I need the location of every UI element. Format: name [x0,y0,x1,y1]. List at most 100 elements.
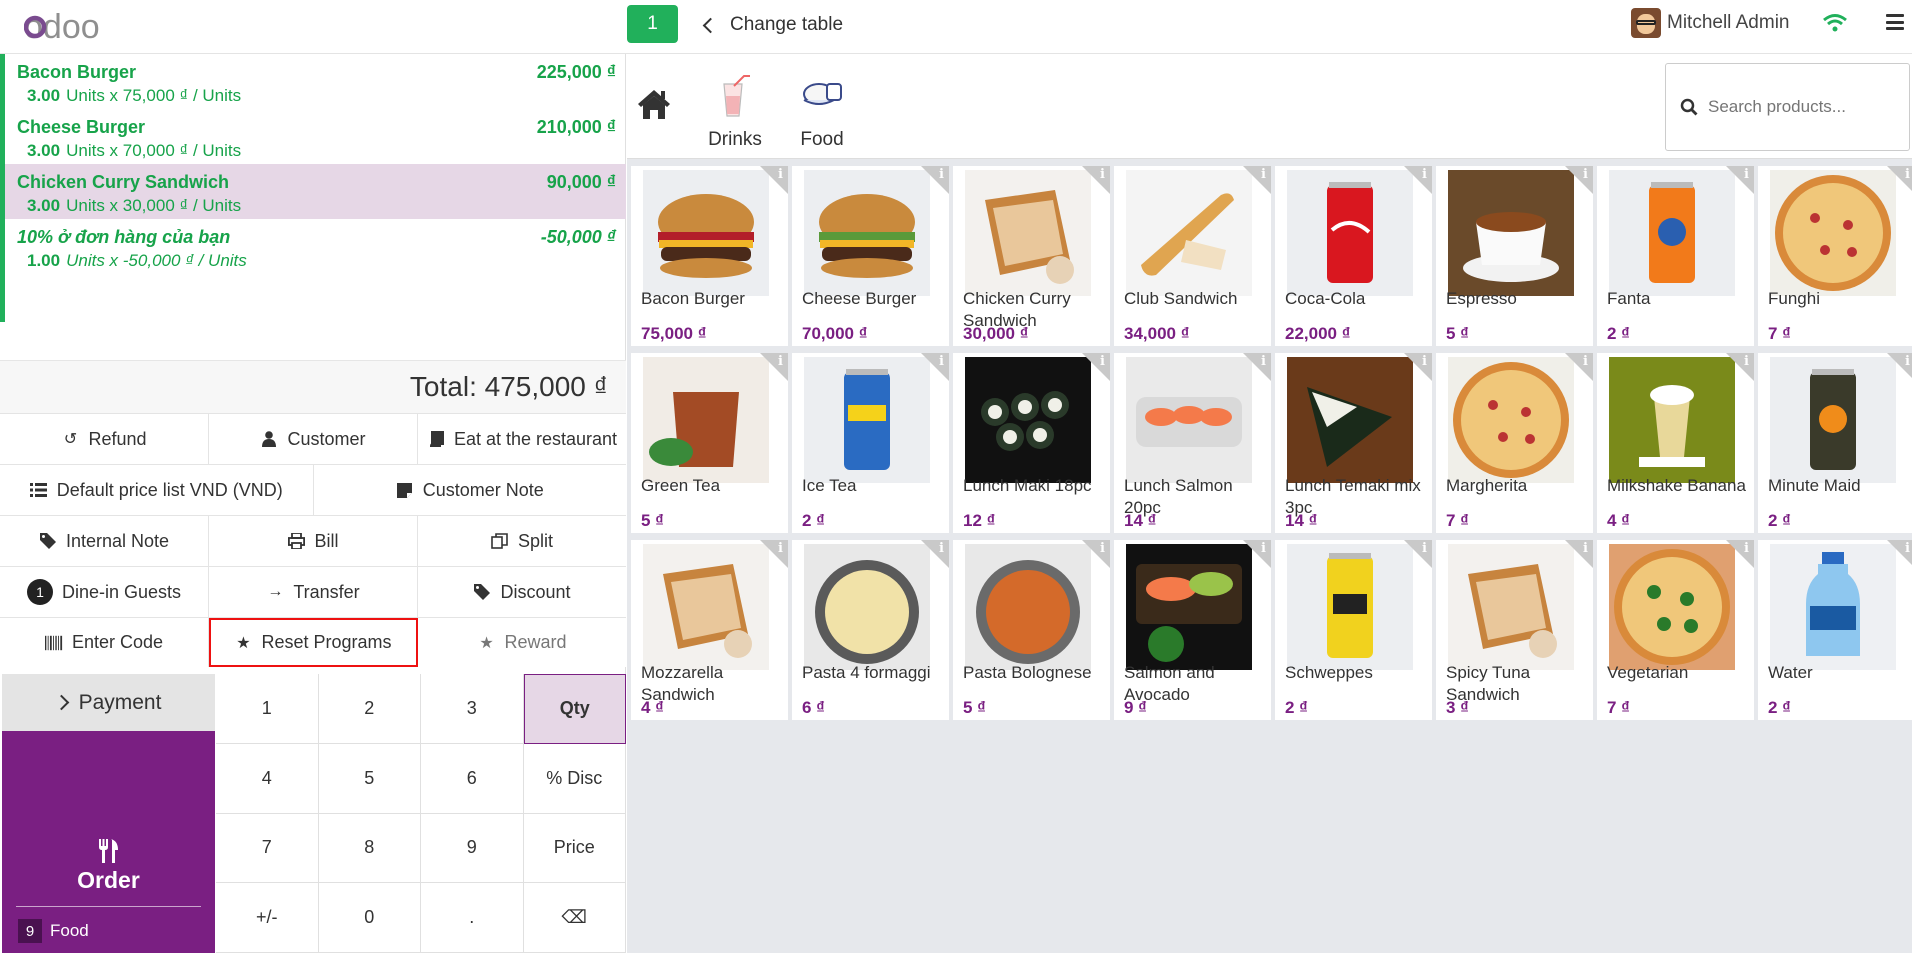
info-icon[interactable]: i [939,167,944,182]
info-corner[interactable] [1082,166,1110,194]
product-card[interactable]: i Fanta 2 ₫ [1597,166,1754,346]
info-icon[interactable]: i [1100,354,1105,369]
customer-button[interactable]: Customer [209,414,418,464]
change-table-button[interactable]: Change table [702,10,843,40]
product-card[interactable]: i Espresso 5 ₫ [1436,166,1593,346]
numpad-key[interactable]: 8 [318,813,421,884]
info-corner[interactable] [1082,540,1110,568]
info-icon[interactable]: i [1100,541,1105,556]
product-card[interactable]: i Schweppes 2 ₫ [1275,540,1432,720]
order-line[interactable]: Cheese Burger 210,000 ₫ 3.00 Units x 70,000… [5,109,626,164]
info-corner[interactable] [1565,540,1593,568]
wifi-icon[interactable] [1822,13,1848,33]
numpad-key[interactable]: 9 [421,813,524,884]
numpad-key[interactable]: +/- [216,883,319,953]
order-line[interactable]: Chicken Curry Sandwich 90,000 ₫ 3.00 Units … [5,164,626,219]
product-card[interactable]: i Minute Maid 2 ₫ [1758,353,1912,533]
user-menu[interactable]: Mitchell Admin [1631,8,1790,38]
reward-button[interactable]: ★ Reward [418,618,626,667]
info-corner[interactable] [1243,540,1271,568]
info-icon[interactable]: i [939,354,944,369]
info-icon[interactable]: i [1100,167,1105,182]
info-icon[interactable]: i [1583,354,1588,369]
transfer-button[interactable]: → Transfer [209,567,418,617]
info-icon[interactable]: i [939,541,944,556]
numpad-key[interactable]: ⌫ [523,883,626,953]
product-card[interactable]: i Lunch Maki 18pc 12 ₫ [953,353,1110,533]
info-icon[interactable]: i [1905,167,1910,182]
product-card[interactable]: i Green Tea 5 ₫ [631,353,788,533]
numpad-key[interactable]: 6 [421,743,524,814]
numpad-key[interactable]: 1 [216,674,319,744]
numpad-key[interactable]: 4 [216,743,319,814]
info-corner[interactable] [1243,353,1271,381]
pricelist-button[interactable]: Default price list VND (VND) [0,465,314,515]
product-card[interactable]: i Lunch Temaki mix 3pc 14 ₫ [1275,353,1432,533]
order-button[interactable]: Order 9 Food [2,731,215,953]
numpad-key[interactable]: % Disc [523,743,626,814]
info-icon[interactable]: i [1905,354,1910,369]
numpad-key[interactable]: Qty [523,674,626,744]
eat-in-button[interactable]: Eat at the restaurant [418,414,626,464]
product-card[interactable]: i Water 2 ₫ [1758,540,1912,720]
product-card[interactable]: i Chicken Curry Sandwich 30,000 ₫ [953,166,1110,346]
numpad-key[interactable]: Price [523,813,626,884]
info-icon[interactable]: i [778,354,783,369]
numpad-key[interactable]: . [421,883,524,953]
info-corner[interactable] [921,166,949,194]
info-corner[interactable] [1404,353,1432,381]
dine-in-guests-button[interactable]: 1 Dine-in Guests [0,567,209,617]
search-input[interactable] [1708,97,1898,117]
product-card[interactable]: i Spicy Tuna Sandwich 3 ₫ [1436,540,1593,720]
product-card[interactable]: i Mozzarella Sandwich 4 ₫ [631,540,788,720]
info-icon[interactable]: i [778,541,783,556]
info-icon[interactable]: i [1744,541,1749,556]
info-icon[interactable]: i [1583,167,1588,182]
reset-programs-button[interactable]: ★ Reset Programs [209,618,418,667]
refund-button[interactable]: ↺ Refund [0,414,209,464]
info-icon[interactable]: i [1422,354,1427,369]
payment-button[interactable]: Payment [2,674,215,731]
numpad-key[interactable]: 5 [318,743,421,814]
info-icon[interactable]: i [1422,541,1427,556]
product-card[interactable]: i Pasta 4 formaggi 6 ₫ [792,540,949,720]
info-icon[interactable]: i [1422,167,1427,182]
product-card[interactable]: i Cheese Burger 70,000 ₫ [792,166,949,346]
product-card[interactable]: i Lunch Salmon 20pc 14 ₫ [1114,353,1271,533]
product-card[interactable]: i Funghi 7 ₫ [1758,166,1912,346]
product-card[interactable]: i Club Sandwich 34,000 ₫ [1114,166,1271,346]
order-line[interactable]: Bacon Burger 225,000 ₫ 3.00 Units x 75,000 … [5,54,626,109]
enter-code-button[interactable]: Enter Code [0,618,209,667]
product-card[interactable]: i Salmon and Avocado 9 ₫ [1114,540,1271,720]
internal-note-button[interactable]: Internal Note [0,516,209,566]
info-corner[interactable] [1404,166,1432,194]
info-corner[interactable] [921,540,949,568]
split-button[interactable]: Split [418,516,626,566]
product-card[interactable]: i Ice Tea 2 ₫ [792,353,949,533]
info-corner[interactable] [1082,353,1110,381]
product-card[interactable]: i Pasta Bolognese 5 ₫ [953,540,1110,720]
hamburger-menu-icon[interactable] [1886,14,1904,30]
product-card[interactable]: i Coca-Cola 22,000 ₫ [1275,166,1432,346]
product-card[interactable]: i Milkshake Banana 4 ₫ [1597,353,1754,533]
info-corner[interactable] [1726,540,1754,568]
info-icon[interactable]: i [1905,541,1910,556]
info-corner[interactable] [760,166,788,194]
info-icon[interactable]: i [1261,354,1266,369]
customer-note-button[interactable]: Customer Note [313,465,626,515]
info-icon[interactable]: i [1261,541,1266,556]
bill-button[interactable]: Bill [209,516,418,566]
category-drinks[interactable]: Drinks [695,74,775,151]
odoo-logo[interactable]: odoo [24,6,124,46]
reward-order-line[interactable]: 10% ở đơn hàng của bạn -50,000 ₫ 1.00 Units… [5,219,626,274]
info-corner[interactable] [1243,166,1271,194]
discount-button[interactable]: Discount [418,567,626,617]
product-card[interactable]: i Vegetarian 7 ₫ [1597,540,1754,720]
info-corner[interactable] [1565,166,1593,194]
info-corner[interactable] [921,353,949,381]
info-corner[interactable] [1726,166,1754,194]
info-corner[interactable] [760,353,788,381]
info-icon[interactable]: i [1744,167,1749,182]
info-corner[interactable] [1726,353,1754,381]
info-corner[interactable] [1565,353,1593,381]
